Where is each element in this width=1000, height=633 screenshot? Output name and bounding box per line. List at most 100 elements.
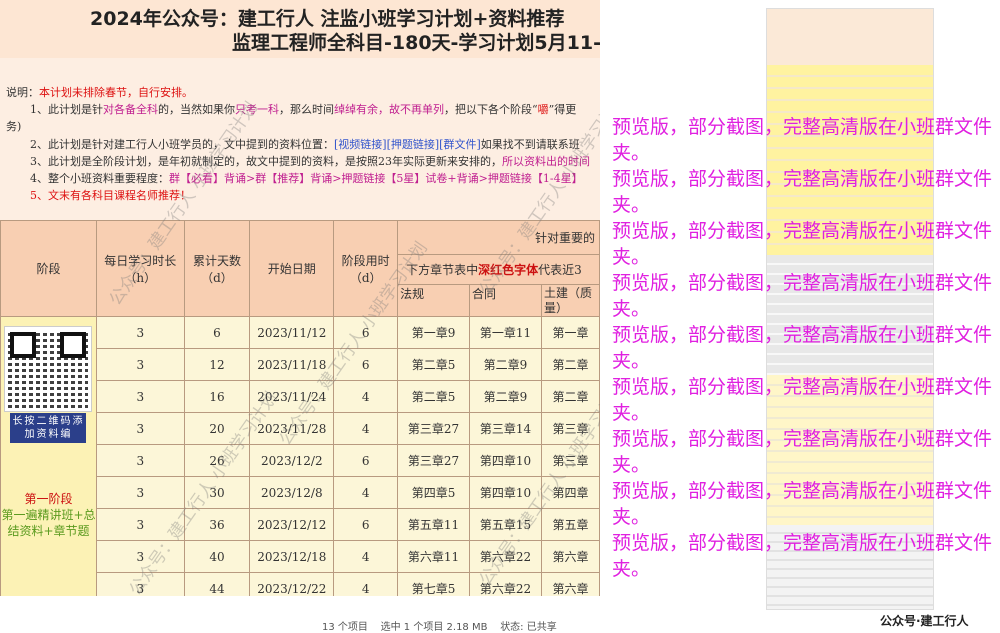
cell-contract: 第三章14 <box>469 412 542 445</box>
cell-contract: 第五章15 <box>469 508 542 541</box>
cell-hours: 3 <box>95 444 185 477</box>
preview-notice: 预览版，部分截图，完整高清版在小班群文件夹。 <box>612 428 993 476</box>
cell-stage-days: 4 <box>333 380 399 413</box>
cell-law: 第一章9 <box>397 316 471 349</box>
cell-date: 2023/12/2 <box>249 444 335 477</box>
subhead-a: 下方章节表中 <box>406 263 479 277</box>
cell-law: 第五章11 <box>397 508 471 541</box>
stage1-desc: 第一遍精讲班+总结资料+章节题 <box>1 508 96 538</box>
table-body: 长按二维码添加资料编 第一阶段 第一遍精讲班+总结资料+章节题 3 6 2023… <box>0 316 600 596</box>
note-5: 5、文末有各科目课程名师推荐！ <box>30 189 191 202</box>
cell-hours: 3 <box>95 380 185 413</box>
cell-hours: 3 <box>95 316 185 349</box>
cell-date: 2023/12/22 <box>249 572 335 596</box>
cell-date: 2023/12/8 <box>249 476 335 509</box>
stage-cell: 长按二维码添加资料编 第一阶段 第一遍精讲班+总结资料+章节题 <box>0 316 97 596</box>
cell-date: 2023/12/12 <box>249 508 335 541</box>
cell-civil: 第二章 <box>540 380 600 413</box>
header-stage-days: 阶段用时（d） <box>333 220 399 317</box>
qr-code <box>4 326 93 412</box>
cell-days: 26 <box>183 444 251 477</box>
note-2c: 如果找不到请联系班 <box>480 138 580 151</box>
note-1a: 1、此计划是针 <box>30 103 103 116</box>
note-0: 本计划未排除春节，自行安排。 <box>39 86 193 99</box>
header-contract: 合同 <box>469 284 542 317</box>
note-1h: 嚼 <box>537 103 549 116</box>
cell-days: 20 <box>183 412 251 445</box>
cell-stage-days: 4 <box>333 540 399 573</box>
status-selected: 选中 1 个项目 2.18 MB <box>380 622 488 633</box>
header-start-date: 开始日期 <box>249 220 335 317</box>
note-1i: ”得更 <box>548 103 577 116</box>
note-1f: 绰绰有余，故不再单列 <box>334 103 444 116</box>
preview-notice: 预览版，部分截图，完整高清版在小班群文件夹。 <box>612 376 993 424</box>
cell-contract: 第四章10 <box>469 444 542 477</box>
header-focus: 针对重要的 <box>397 220 600 255</box>
cell-hours: 3 <box>95 348 185 381</box>
preview-notice: 预览版，部分截图，完整高清版在小班群文件夹。 <box>612 168 993 216</box>
note-3a: 3、此计划是全阶段计划，是年初就制定的，故文中提到的资料，是按照23年实际更新来… <box>30 155 502 168</box>
cell-law: 第三章27 <box>397 412 471 445</box>
note-1b: 对各备全科 <box>103 103 158 116</box>
sheet-title-line1: 2024年公众号：建工行人 注监小班学习计划+资料推荐 <box>90 8 565 30</box>
cell-contract: 第六章22 <box>469 572 542 596</box>
note-2b[interactable]: [视频链接][押题链接][群文件] <box>334 138 481 151</box>
preview-notice: 预览版，部分截图，完整高清版在小班群文件夹。 <box>612 532 993 580</box>
header-subhead: 下方章节表中深红色字体代表近3 <box>397 254 600 285</box>
cell-stage-days: 6 <box>333 444 399 477</box>
stage1-name: 第一阶段 <box>24 492 73 506</box>
note-3b: 所以资料出的时间 <box>502 155 590 168</box>
cell-hours: 3 <box>95 572 185 596</box>
cell-civil: 第一章 <box>540 316 600 349</box>
sheet-title-line2: 监理工程师全科目-180天-学习计划5月11-12日 <box>232 32 600 54</box>
footer-brand: 公众号·建工行人 <box>880 614 969 628</box>
cell-civil: 第五章 <box>540 508 600 541</box>
note-1c: 的，当然如果你 <box>158 103 235 116</box>
cell-civil: 第六章 <box>540 572 600 596</box>
note-1g: ，把以下各个阶段“ <box>444 103 538 116</box>
cell-civil: 第四章 <box>540 476 600 509</box>
table-row: 长按二维码添加资料编 第一阶段 第一遍精讲班+总结资料+章节题 3 6 2023… <box>0 316 600 596</box>
cell-hours: 3 <box>95 476 185 509</box>
cell-law: 第二章5 <box>397 380 471 413</box>
note-1e: ，那么时间 <box>279 103 334 116</box>
header-daily-hours: 每日学习时长（h） <box>95 220 185 317</box>
spreadsheet-view: 2024年公众号：建工行人 注监小班学习计划+资料推荐 监理工程师全科目-180… <box>0 0 600 596</box>
cell-date: 2023/11/24 <box>249 380 335 413</box>
cell-contract: 第二章9 <box>469 380 542 413</box>
preview-notice: 预览版，部分截图，完整高清版在小班群文件夹。 <box>612 116 993 164</box>
qr-label: 长按二维码添加资料编 <box>10 413 87 443</box>
notes-lead: 说明： <box>6 86 39 99</box>
note-4b: 群【必看】背诵>群【推荐】背诵>押题链接【5星】试卷+背诵>押题链接【1-4星】 <box>169 172 583 185</box>
study-plan-table: 阶段 每日学习时长（h） 累计天数（d） 开始日期 阶段用时（d） 针对重要的 … <box>0 220 600 596</box>
cell-days: 44 <box>183 572 251 596</box>
cell-civil: 第三章 <box>540 444 600 477</box>
cell-date: 2023/11/28 <box>249 412 335 445</box>
subhead-b: 深红色字体 <box>478 263 539 277</box>
status-items: 13 个项目 <box>322 622 368 633</box>
preview-panel: 预览版，部分截图，完整高清版在小班群文件夹。 预览版，部分截图，完整高清版在小班… <box>600 0 1000 630</box>
cell-law: 第二章5 <box>397 348 471 381</box>
cell-stage-days: 4 <box>333 412 399 445</box>
preview-notice: 预览版，部分截图，完整高清版在小班群文件夹。 <box>612 324 993 372</box>
cell-days: 16 <box>183 380 251 413</box>
cell-stage-days: 6 <box>333 316 399 349</box>
file-status-bar: 13 个项目 选中 1 个项目 2.18 MB 状态: 已共享 <box>322 618 557 633</box>
cell-stage-days: 4 <box>333 476 399 509</box>
cell-days: 40 <box>183 540 251 573</box>
header-cum-days: 累计天数（d） <box>183 220 251 317</box>
header-civil: 土建（质量） <box>540 284 600 317</box>
preview-notice: 预览版，部分截图，完整高清版在小班群文件夹。 <box>612 480 993 528</box>
thumb-header <box>767 9 933 65</box>
cell-civil: 第三章 <box>540 412 600 445</box>
cell-date: 2023/12/18 <box>249 540 335 573</box>
cell-hours: 3 <box>95 508 185 541</box>
cell-contract: 第二章9 <box>469 348 542 381</box>
cell-date: 2023/11/12 <box>249 316 335 349</box>
stage1-block: 第一阶段 第一遍精讲班+总结资料+章节题 <box>1 491 96 539</box>
status-state: 状态: 已共享 <box>500 622 557 633</box>
preview-notice: 预览版，部分截图，完整高清版在小班群文件夹。 <box>612 220 993 268</box>
cell-days: 12 <box>183 348 251 381</box>
cell-civil: 第六章 <box>540 540 600 573</box>
cell-law: 第六章11 <box>397 540 471 573</box>
